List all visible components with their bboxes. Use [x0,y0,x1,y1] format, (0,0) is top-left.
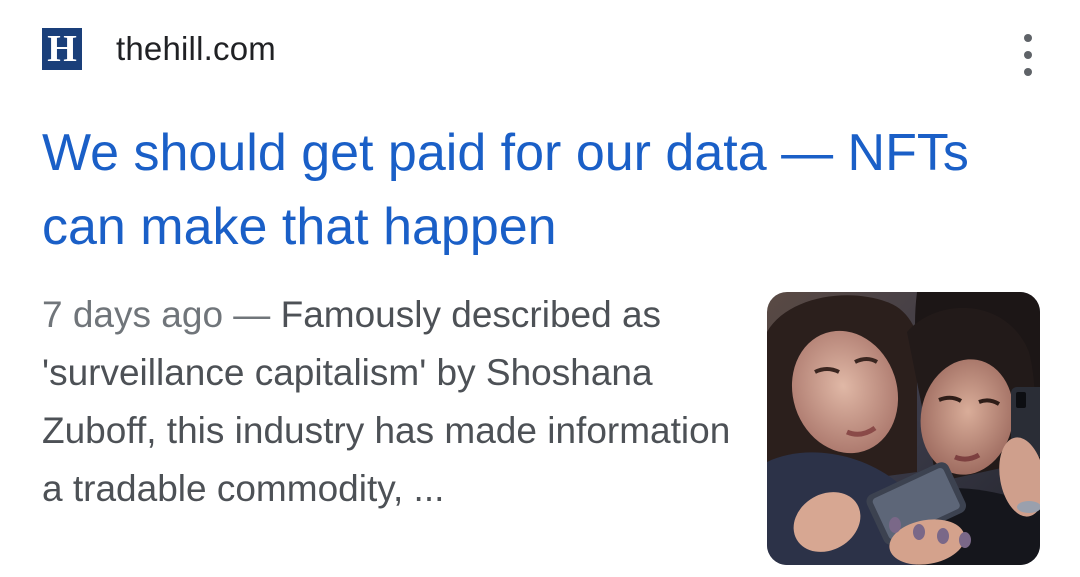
more-vert-icon-dot [1024,51,1032,59]
result-snippet: 7 days ago — Famously described as 'surv… [42,286,732,518]
search-result-card: H thehill.com We should get paid for our… [0,0,1080,577]
source-link[interactable]: H thehill.com [42,26,276,72]
result-thumbnail[interactable] [767,292,1040,565]
result-title-link[interactable]: We should get paid for our data — NFTs c… [42,116,1002,264]
more-vert-icon [1024,34,1032,42]
news-thumbnail-image [767,292,1040,565]
favicon-letter: H [47,28,77,70]
more-vert-icon-dot [1024,68,1032,76]
result-age: 7 days ago [42,294,224,335]
snippet-separator: — [223,294,281,335]
site-favicon-icon: H [42,28,82,70]
more-options-button[interactable] [1014,34,1042,76]
source-domain: thehill.com [116,30,276,67]
